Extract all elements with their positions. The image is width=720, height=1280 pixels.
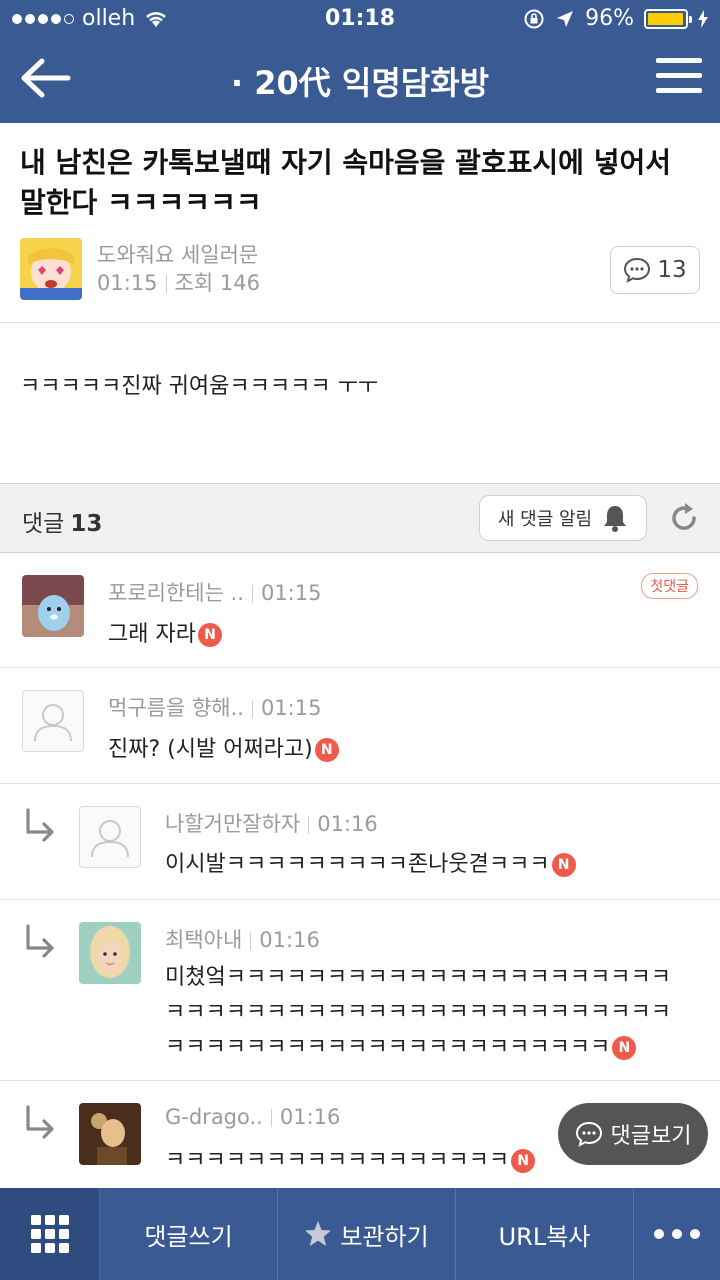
divider — [165, 275, 167, 293]
status-right: 96% — [523, 6, 708, 31]
speech-bubble-icon — [624, 257, 651, 283]
commenter-name[interactable]: 최택아내 — [165, 928, 242, 952]
new-badge: N — [314, 738, 339, 762]
status-bar: olleh 01:18 96% — [0, 0, 720, 38]
comment-text-wrap: 미쳤엌ㅋㅋㅋㅋㅋㅋㅋㅋㅋㅋㅋㅋㅋㅋㅋㅋㅋㅋㅋㅋㅋㅋㅋㅋㅋㅋㅋㅋㅋㅋㅋㅋㅋㅋㅋㅋㅋ… — [165, 960, 685, 1065]
write-comment-label: 댓글쓰기 — [144, 1222, 233, 1251]
comment-text-wrap: ㅋㅋㅋㅋㅋㅋㅋㅋㅋㅋㅋㅋㅋㅋㅋㅋㅋ N — [165, 1143, 536, 1178]
divider — [251, 585, 253, 603]
comment-text: ㅋㅋㅋㅋㅋㅋㅋㅋㅋㅋㅋㅋㅋㅋㅋㅋㅋ — [165, 1148, 510, 1173]
comments-label: 댓글 13 — [22, 511, 103, 537]
comment-text-wrap: 이시발ㅋㅋㅋㅋㅋㅋㅋㅋㅋ존나웃겯ㅋㅋㅋ N — [165, 847, 576, 882]
comments-count: 13 — [70, 511, 103, 537]
post-time: 01:15 — [97, 271, 158, 295]
reply-arrow-icon — [26, 808, 54, 842]
copy-url-label: URL복사 — [498, 1222, 591, 1251]
view-comments-label: 댓글보기 — [610, 1124, 692, 1149]
post-content: ㅋㅋㅋㅋㅋ진짜 귀여움ㅋㅋㅋㅋㅋ ㅜㅜ — [20, 374, 379, 399]
notify-label: 새 댓글 알림 — [497, 509, 593, 530]
comment-time: 01:16 — [259, 928, 320, 952]
comment-count: 13 — [657, 257, 687, 283]
comments-header: 댓글 13 새 댓글 알림 — [0, 483, 720, 553]
post-header: 내 남친은 카톡보낼때 자기 속마음을 괄호표시에 넣어서 말한다 ㅋㅋㅋㅋㅋㅋ… — [0, 123, 720, 323]
comment-count-button[interactable]: 13 — [610, 246, 700, 294]
refresh-icon[interactable] — [666, 500, 702, 536]
comment-meta: 먹구름을 향해.. 01:15 — [108, 692, 321, 722]
view-comments-button[interactable]: 댓글보기 — [558, 1103, 708, 1165]
battery-percent: 96% — [585, 6, 634, 31]
divider — [250, 932, 252, 950]
copy-url-button[interactable]: URL복사 — [456, 1188, 634, 1280]
more-dots-icon — [654, 1229, 700, 1239]
comment-meta: 최택아내 01:16 — [165, 924, 320, 954]
commenter-avatar[interactable] — [79, 922, 141, 984]
comment-text-wrap: 그래 자라 N — [108, 617, 222, 652]
top-header: olleh 01:18 96% · 20代 익명담화방 — [0, 0, 720, 123]
post-views: 조회 146 — [174, 271, 260, 295]
commenter-name[interactable]: 나할거만잘하자 — [165, 812, 300, 836]
post-title: 내 남친은 카톡보낼때 자기 속마음을 괄호표시에 넣어서 말한다 ㅋㅋㅋㅋㅋㅋ — [20, 146, 671, 219]
post-body: ㅋㅋㅋㅋㅋ진짜 귀여움ㅋㅋㅋㅋㅋ ㅜㅜ — [0, 323, 720, 483]
grid-icon — [30, 1215, 69, 1253]
commenter-name[interactable]: 포로리한테는 .. — [108, 581, 244, 605]
reply-arrow-icon — [26, 924, 54, 958]
bell-icon — [604, 506, 627, 532]
new-badge: N — [551, 853, 576, 877]
page-title: · 20代 익명담화방 — [230, 64, 490, 102]
comment-meta: 포로리한테는 .. 01:15 — [108, 577, 321, 607]
reply-arrow-icon — [26, 1105, 54, 1139]
author-name: 도와줘요 세일러문 — [97, 243, 259, 267]
new-badge: N — [197, 623, 222, 647]
comment-text: 미쳤엌ㅋㅋㅋㅋㅋㅋㅋㅋㅋㅋㅋㅋㅋㅋㅋㅋㅋㅋㅋㅋㅋㅋㅋㅋㅋㅋㅋㅋㅋㅋㅋㅋㅋㅋㅋㅋㅋ… — [165, 965, 672, 1060]
new-badge: N — [511, 1149, 536, 1173]
comment-time: 01:15 — [260, 581, 322, 605]
divider — [270, 1109, 272, 1127]
save-button[interactable]: 보관하기 — [278, 1188, 456, 1280]
first-comment-badge: 첫댓글 — [641, 573, 698, 599]
comment-meta: 나할거만잘하자 01:16 — [165, 808, 378, 838]
comment-text: 진짜? (시발 어쩌라고) — [108, 737, 313, 762]
comment-item[interactable]: 포로리한테는 .. 01:15 첫댓글 그래 자라 N — [0, 553, 720, 668]
comment-text: 그래 자라 — [108, 622, 196, 647]
commenter-name[interactable]: G-drago.. — [165, 1105, 263, 1129]
comment-text: 이시발ㅋㅋㅋㅋㅋㅋㅋㅋㅋ존나웃겯ㅋㅋㅋ — [165, 852, 550, 877]
reply-item[interactable]: 나할거만잘하자 01:16 이시발ㅋㅋㅋㅋㅋㅋㅋㅋㅋ존나웃겯ㅋㅋㅋ N — [0, 784, 720, 900]
write-comment-button[interactable]: 댓글쓰기 — [100, 1188, 278, 1280]
comment-meta: G-drago.. 01:16 — [165, 1105, 340, 1129]
bottom-toolbar: 댓글쓰기 보관하기 URL복사 — [0, 1188, 720, 1280]
grid-menu-button[interactable] — [0, 1188, 100, 1280]
author-avatar[interactable] — [20, 238, 82, 300]
commenter-name[interactable]: 먹구름을 향해.. — [108, 696, 244, 720]
new-badge: N — [612, 1036, 637, 1060]
post-author[interactable]: 도와줘요 세일러문 01:15 조회 146 — [20, 238, 260, 300]
comment-time: 01:16 — [279, 1105, 341, 1129]
comment-item[interactable]: 먹구름을 향해.. 01:15 진짜? (시발 어쩌라고) N — [0, 668, 720, 784]
more-options-button[interactable] — [634, 1188, 720, 1280]
default-avatar-icon[interactable] — [22, 690, 84, 752]
speech-bubble-icon — [575, 1121, 602, 1147]
battery-icon — [644, 8, 692, 29]
comment-text-wrap: 진짜? (시발 어쩌라고) N — [108, 732, 339, 767]
post-meta: 01:15 조회 146 — [97, 269, 260, 297]
star-icon — [305, 1221, 332, 1246]
default-avatar-icon[interactable] — [79, 806, 141, 868]
comment-time: 01:16 — [317, 812, 378, 836]
save-label: 보관하기 — [340, 1222, 429, 1251]
reply-item[interactable]: 최택아내 01:16 미쳤엌ㅋㅋㅋㅋㅋㅋㅋㅋㅋㅋㅋㅋㅋㅋㅋㅋㅋㅋㅋㅋㅋㅋㅋㅋㅋㅋㅋ… — [0, 900, 720, 1081]
location-icon — [557, 10, 574, 27]
rotation-lock-icon — [524, 9, 544, 28]
new-comment-notify-button[interactable]: 새 댓글 알림 — [479, 495, 647, 541]
divider — [308, 816, 310, 834]
nav-bar: · 20代 익명담화방 — [0, 38, 720, 123]
charging-icon — [698, 9, 708, 28]
comment-time: 01:15 — [260, 696, 322, 720]
divider — [251, 700, 253, 718]
commenter-avatar[interactable] — [22, 575, 84, 637]
commenter-avatar[interactable] — [79, 1103, 141, 1165]
hamburger-menu-icon[interactable] — [656, 56, 702, 96]
